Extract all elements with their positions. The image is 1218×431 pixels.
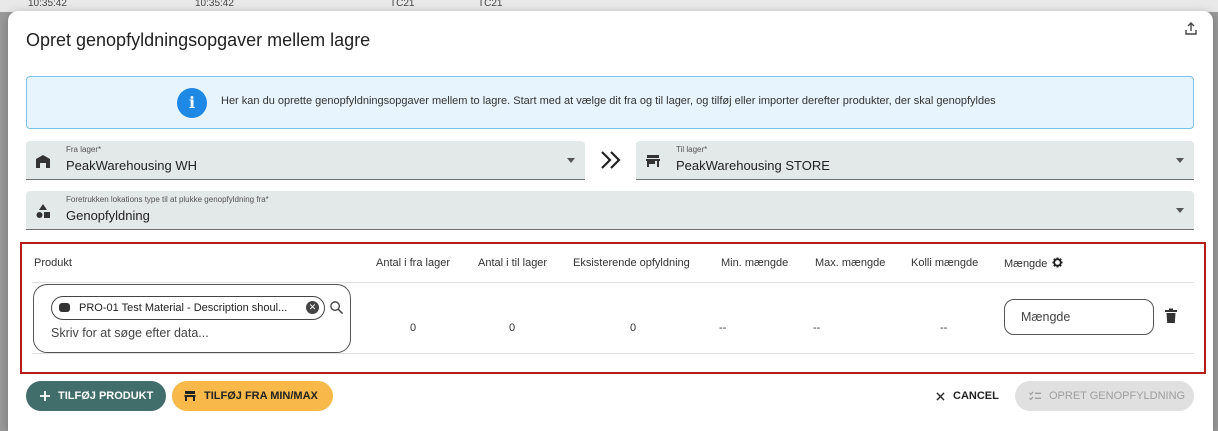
location-type-select[interactable]: Foretrukken lokations type til at plukke… — [26, 191, 1194, 230]
caret-down-icon — [1176, 158, 1184, 163]
header-qty-from: Antal i fra lager — [376, 257, 450, 269]
bg-code-b: TC21 — [478, 0, 503, 9]
to-warehouse-value: PeakWarehousing STORE — [676, 158, 830, 173]
header-product: Produkt — [34, 257, 72, 269]
plus-icon — [40, 391, 50, 401]
cell-existing: 0 — [630, 322, 637, 334]
header-quantity: Mængde — [1004, 257, 1064, 270]
location-type-label: Foretrukken lokations type til at plukke… — [66, 195, 269, 204]
gear-icon[interactable] — [1052, 257, 1064, 268]
replenishment-dialog: Opret genopfyldningsopgaver mellem lagre… — [8, 11, 1213, 431]
cell-max: -- — [813, 322, 821, 334]
cancel-button[interactable]: CANCEL — [936, 381, 1000, 411]
cancel-label: CANCEL — [953, 390, 999, 402]
products-table: Produkt Antal i fra lager Antal i til la… — [20, 242, 1206, 374]
product-chip-label: PRO-01 Test Material - Description shoul… — [79, 302, 288, 314]
info-icon: i — [177, 88, 207, 118]
to-warehouse-select[interactable]: Til lager* PeakWarehousing STORE — [636, 141, 1194, 180]
header-quantity-label: Mængde — [1004, 258, 1048, 270]
cell-colli: -- — [940, 322, 948, 334]
header-max: Max. mængde — [815, 257, 886, 269]
double-chevron-right-icon — [601, 151, 621, 169]
cell-qty-to: 0 — [509, 322, 516, 334]
add-from-minmax-label: TILFØJ FRA MIN/MAX — [204, 390, 318, 402]
add-product-label: TILFØJ PRODUKT — [58, 390, 154, 402]
info-text: Her kan du oprette genopfyldningsopgaver… — [221, 95, 996, 107]
cell-qty-from: 0 — [410, 322, 417, 334]
caret-down-icon — [1176, 208, 1184, 213]
export-icon[interactable] — [1183, 21, 1199, 37]
list-check-icon — [1029, 391, 1041, 401]
from-warehouse-select[interactable]: Fra lager* PeakWarehousing WH — [26, 141, 585, 180]
header-divider — [32, 282, 1194, 283]
search-icon[interactable] — [329, 300, 344, 315]
header-qty-to: Antal i til lager — [478, 257, 548, 269]
bg-time-b: 10:35:42 — [195, 0, 234, 9]
clear-icon[interactable]: ✕ — [306, 301, 319, 314]
location-type-value: Genopfyldning — [66, 208, 150, 223]
store-icon — [646, 155, 660, 167]
cell-min: -- — [719, 322, 727, 334]
caret-down-icon — [567, 158, 575, 163]
header-existing: Eksisterende opfyldning — [573, 257, 690, 269]
to-warehouse-label: Til lager* — [676, 145, 708, 154]
shapes-icon — [36, 204, 50, 218]
create-replenishment-button[interactable]: OPRET GENOPFYLDNING — [1015, 381, 1194, 411]
add-from-minmax-button[interactable]: TILFØJ FRA MIN/MAX — [172, 381, 333, 411]
close-icon — [936, 391, 945, 401]
from-warehouse-label: Fra lager* — [66, 145, 102, 154]
warehouse-icon — [36, 155, 50, 168]
quantity-input[interactable] — [1004, 299, 1154, 335]
product-icon — [59, 303, 70, 312]
from-warehouse-value: PeakWarehousing WH — [66, 158, 198, 173]
dialog-title: Opret genopfyldningsopgaver mellem lagre — [26, 30, 371, 50]
header-min: Min. mængde — [721, 257, 789, 269]
row-divider — [32, 353, 1194, 354]
trash-icon[interactable] — [1164, 308, 1178, 324]
create-replenishment-label: OPRET GENOPFYLDNING — [1049, 390, 1186, 402]
bg-time-a: 10:35:42 — [28, 0, 67, 9]
info-banner: i Her kan du oprette genopfyldningsopgav… — [26, 76, 1194, 129]
product-search-field[interactable]: PRO-01 Test Material - Description shoul… — [33, 284, 351, 353]
product-chip[interactable]: PRO-01 Test Material - Description shoul… — [51, 296, 325, 320]
product-search-placeholder: Skriv for at søge efter data... — [51, 326, 209, 340]
truck-icon — [184, 391, 196, 401]
bg-code-a: TC21 — [390, 0, 415, 9]
header-colli: Kolli mængde — [911, 257, 979, 269]
add-product-button[interactable]: TILFØJ PRODUKT — [26, 381, 166, 411]
